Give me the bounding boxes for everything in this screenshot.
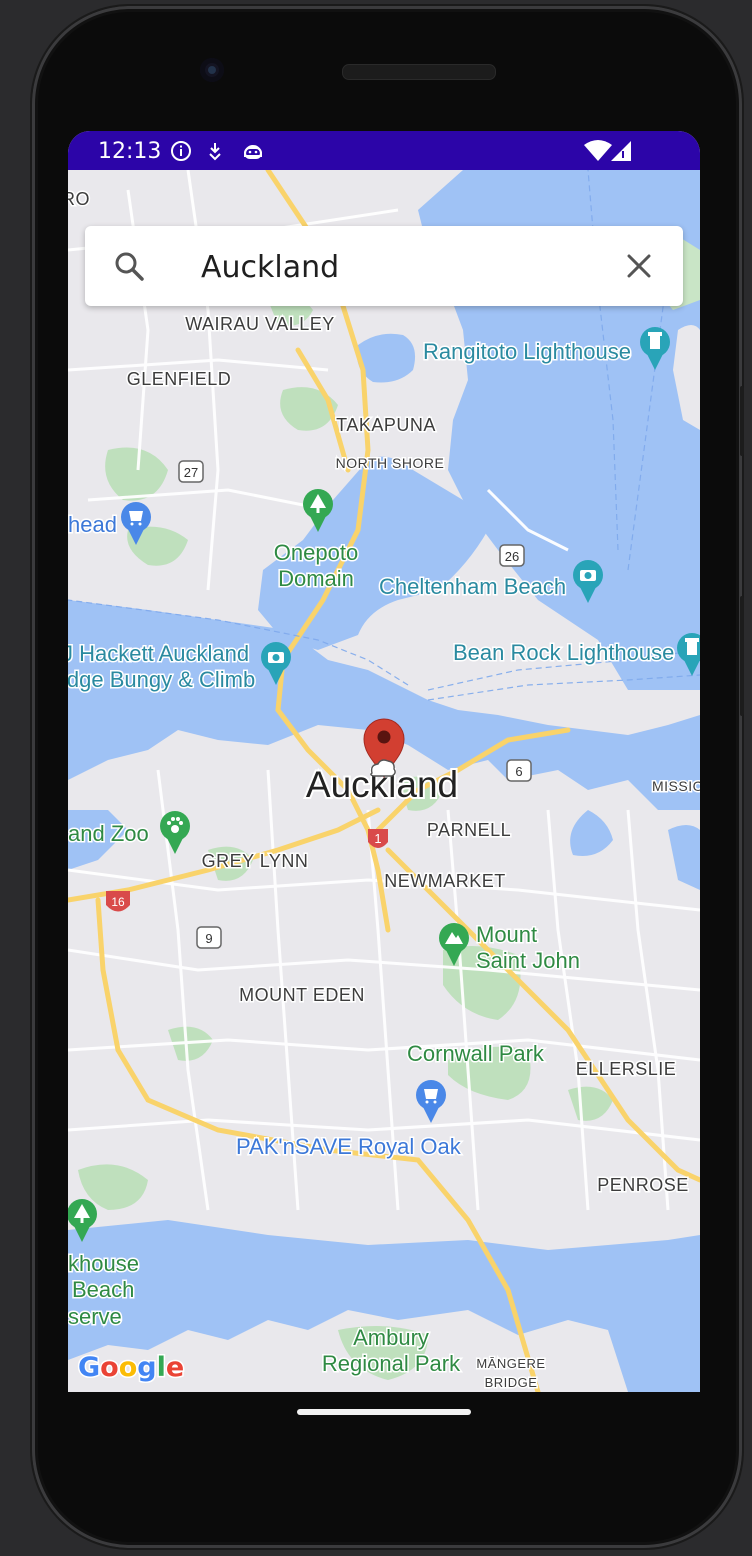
search-bar[interactable]: Auckland: [85, 226, 683, 306]
power-button: [740, 596, 744, 716]
svg-text:27: 27: [184, 465, 198, 480]
district-label: GREY LYNN: [202, 851, 309, 871]
route-shield-27: 27: [178, 460, 204, 483]
download-icon: [209, 143, 221, 161]
district-label: TAKAPUNA: [336, 415, 436, 435]
place-label-mount-saint-john: Mount: [476, 922, 537, 947]
district-label: PENROSE: [597, 1175, 689, 1195]
map-view[interactable]: 27 26 6 1 16 9 WAIRAU VALLEY GLENFIELD T…: [68, 170, 700, 1392]
place-label-onepoto: Onepoto: [274, 540, 358, 565]
svg-text:6: 6: [515, 764, 522, 779]
volume-button: [740, 386, 744, 456]
district-label: ELLERSLIE: [576, 1059, 677, 1079]
place-label-head: head: [68, 512, 117, 537]
info-icon: [171, 141, 191, 161]
svg-text:26: 26: [505, 549, 519, 564]
place-label-khouse: Beach: [72, 1277, 134, 1302]
svg-text:16: 16: [111, 895, 125, 909]
district-label: MĀNGERE: [476, 1356, 545, 1371]
screen: 12:13 27 26 6 1 16 9 WAIRAU VALLEY GLENF…: [68, 131, 700, 1392]
place-label-bean-rock: Bean Rock Lighthouse: [453, 640, 674, 665]
home-indicator[interactable]: [297, 1409, 471, 1415]
district-label: RO: [68, 189, 90, 209]
place-label-hackett: J Hackett Auckland: [68, 641, 249, 666]
close-icon[interactable]: [623, 250, 655, 282]
place-label-ambury: Ambury: [353, 1325, 429, 1350]
place-label-mount-saint-john: Saint John: [476, 948, 580, 973]
route-shield-6: 6: [506, 759, 532, 782]
place-label-khouse: serve: [68, 1304, 122, 1329]
android-debug-icon: [244, 145, 262, 159]
place-label-zoo: and Zoo: [68, 821, 149, 846]
search-input[interactable]: Auckland: [201, 250, 339, 285]
status-bar: 12:13: [68, 131, 700, 170]
place-label-cornwall: Cornwall Park: [407, 1041, 545, 1066]
district-label: WAIRAU VALLEY: [185, 314, 335, 334]
front-camera: [200, 58, 224, 82]
district-label: MISSIO: [652, 778, 700, 794]
status-time: 12:13: [98, 139, 162, 164]
route-shield-26: 26: [499, 544, 525, 567]
google-logo: Google: [77, 1351, 186, 1385]
svg-text:Google: Google: [78, 1352, 184, 1383]
map-canvas[interactable]: 27 26 6 1 16 9 WAIRAU VALLEY GLENFIELD T…: [68, 170, 700, 1392]
route-shield-9: 9: [196, 926, 222, 949]
svg-text:9: 9: [205, 931, 212, 946]
svg-text:1: 1: [374, 831, 381, 846]
place-label-paknsave: PAK'nSAVE Royal Oak: [236, 1134, 462, 1159]
district-label: PARNELL: [427, 820, 511, 840]
place-label-khouse: khouse: [68, 1251, 139, 1276]
earpiece-speaker: [342, 64, 496, 80]
district-label: NEWMARKET: [384, 871, 506, 891]
district-label: BRIDGE: [485, 1375, 538, 1390]
place-label-hackett: idge Bungy & Climb: [68, 667, 255, 692]
search-icon[interactable]: [113, 250, 145, 282]
cellular-icon: [611, 141, 631, 161]
place-label-onepoto: Domain: [278, 566, 354, 591]
district-label: NORTH SHORE: [336, 455, 445, 471]
district-label: MOUNT EDEN: [239, 985, 365, 1005]
place-label-rangitoto: Rangitoto Lighthouse: [423, 339, 631, 364]
district-label: GLENFIELD: [127, 369, 232, 389]
place-label-ambury: Regional Park: [322, 1351, 461, 1376]
place-label-cheltenham: Cheltenham Beach: [379, 574, 566, 599]
